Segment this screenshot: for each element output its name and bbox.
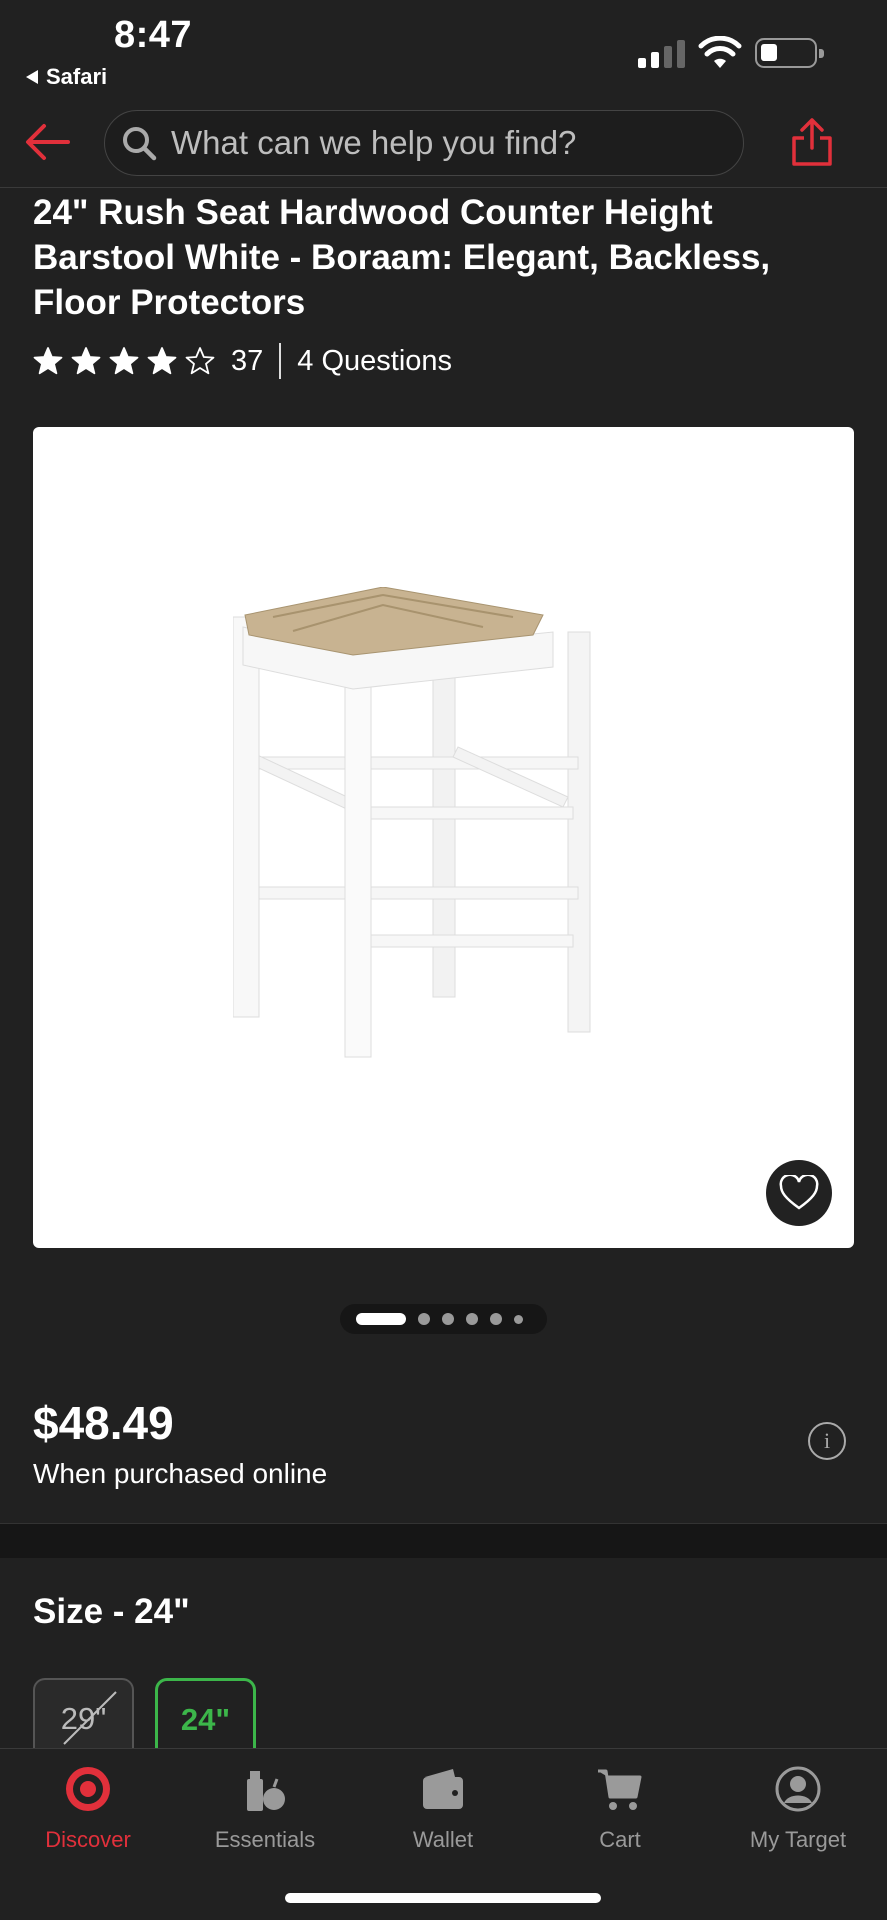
- star-filled-icon: [71, 347, 101, 375]
- share-icon[interactable]: [790, 116, 834, 168]
- barstool-image: [233, 587, 591, 1058]
- home-indicator[interactable]: [285, 1893, 601, 1903]
- divider: [279, 343, 282, 379]
- tab-my-target[interactable]: My Target: [718, 1765, 878, 1853]
- tab-cart[interactable]: Cart: [540, 1765, 700, 1853]
- carousel-dot: [514, 1314, 523, 1324]
- star-empty-icon: [185, 347, 215, 375]
- heart-icon: [779, 1175, 819, 1210]
- account-icon: [775, 1766, 821, 1812]
- section-divider: [0, 1523, 887, 1558]
- carousel-dot-active: [356, 1313, 406, 1325]
- carousel-dot: [466, 1313, 478, 1325]
- size-option-24[interactable]: 24": [155, 1678, 256, 1758]
- product-image-carousel[interactable]: [33, 427, 854, 1248]
- carousel-pagination[interactable]: [340, 1304, 547, 1334]
- size-option-label: 24": [180, 1701, 231, 1737]
- search-input[interactable]: What can we help you find?: [104, 110, 744, 176]
- star-filled-icon: [147, 347, 177, 375]
- star-rating: [33, 346, 215, 376]
- clock: 8:47: [114, 14, 193, 56]
- rating-row[interactable]: 37 4 Questions: [33, 340, 452, 382]
- status-bar: 8:47 Safari: [0, 0, 887, 95]
- size-option-29[interactable]: 29": [33, 1678, 134, 1758]
- star-filled-icon: [33, 347, 63, 375]
- product-title: 24" Rush Seat Hardwood Counter Height Ba…: [33, 193, 771, 322]
- search-placeholder: What can we help you find?: [171, 124, 577, 161]
- questions-link[interactable]: 4 Questions: [297, 345, 452, 378]
- rating-count[interactable]: 37: [231, 345, 263, 378]
- cart-icon: [598, 1769, 642, 1810]
- carousel-dot: [442, 1313, 454, 1325]
- back-arrow-icon[interactable]: [24, 122, 72, 162]
- cellular-signal-icon: [638, 40, 685, 68]
- tab-wallet[interactable]: Wallet: [363, 1765, 523, 1853]
- back-to-safari[interactable]: Safari: [26, 64, 107, 90]
- back-triangle-icon: [26, 70, 38, 84]
- wifi-icon: [698, 36, 742, 68]
- info-icon[interactable]: i: [808, 1422, 846, 1460]
- wallet-icon: [423, 1769, 463, 1809]
- price: $48.49: [33, 1397, 174, 1449]
- search-icon: [123, 127, 157, 161]
- top-nav: What can we help you find?: [0, 100, 887, 188]
- size-heading: Size - 24": [33, 1592, 190, 1631]
- price-note: When purchased online: [33, 1458, 328, 1489]
- carousel-dot: [418, 1313, 430, 1325]
- tab-label: Cart: [599, 1827, 641, 1852]
- tab-label: Essentials: [214, 1827, 316, 1852]
- tab-essentials[interactable]: Essentials: [185, 1765, 345, 1853]
- battery-icon: [755, 38, 824, 68]
- tab-label: Discover: [45, 1827, 131, 1852]
- carousel-dot: [490, 1313, 502, 1325]
- tab-label: My Target: [749, 1827, 847, 1852]
- unavailable-strike-icon: [63, 1691, 117, 1745]
- back-app-label: Safari: [46, 64, 108, 89]
- tab-discover[interactable]: Discover: [8, 1765, 168, 1853]
- target-logo-icon: [66, 1767, 110, 1811]
- star-filled-icon: [109, 347, 139, 375]
- favorite-button[interactable]: [766, 1160, 832, 1226]
- essentials-icon: [247, 1771, 285, 1811]
- tab-label: Wallet: [412, 1827, 474, 1852]
